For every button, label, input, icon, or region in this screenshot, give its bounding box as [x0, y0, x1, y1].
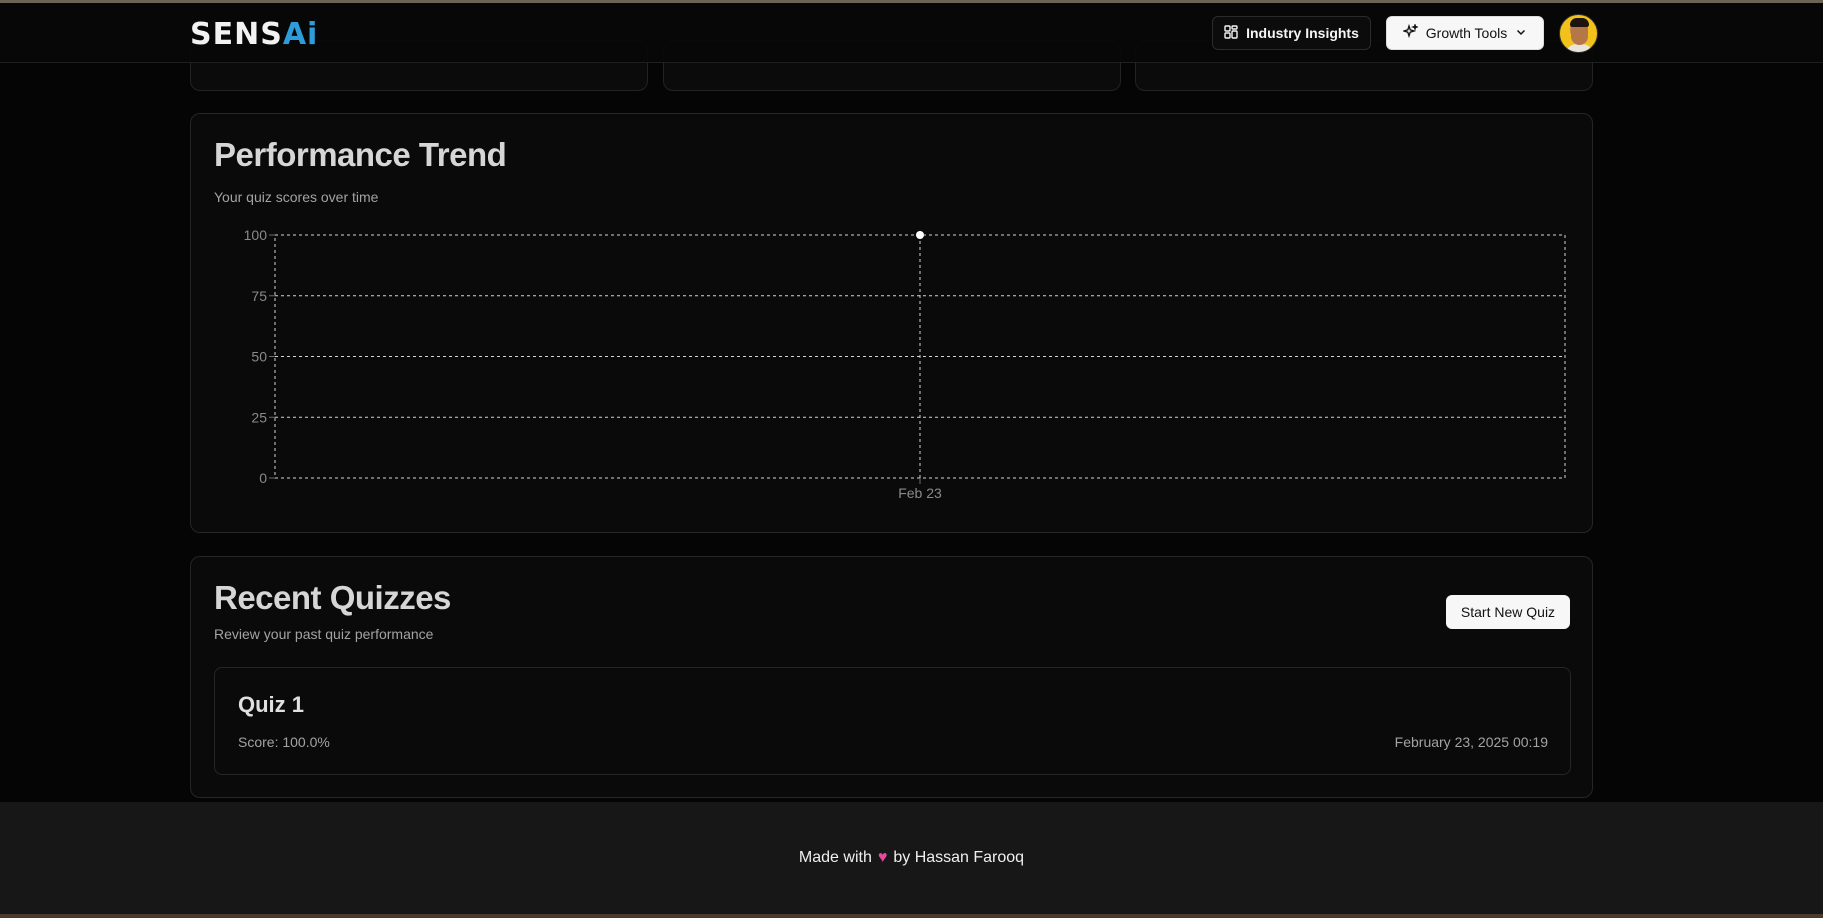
page-footer: Made with ♥ by Hassan Farooq [0, 802, 1823, 914]
sensai-logo[interactable]: SENSAi [190, 17, 318, 53]
user-avatar[interactable] [1559, 14, 1598, 53]
top-navbar: SENSAi Industry Insights Growth Tools [0, 3, 1823, 63]
start-new-quiz-button[interactable]: Start New Quiz [1446, 595, 1570, 629]
quiz-date: February 23, 2025 00:19 [1394, 734, 1548, 750]
y-tick-label: 100 [244, 227, 268, 243]
footer-prefix: Made with [798, 849, 872, 866]
chevron-down-icon [1515, 25, 1527, 41]
quiz-score: Score: 100.0% [238, 734, 330, 750]
avatar-body [1565, 44, 1594, 52]
industry-insights-button[interactable]: Industry Insights [1212, 16, 1371, 50]
layout-dashboard-icon [1224, 24, 1238, 42]
recent-quizzes-card: Recent Quizzes Review your past quiz per… [190, 556, 1593, 798]
y-tick-label: 50 [251, 349, 267, 365]
performance-trend-card: Performance Trend Your quiz scores over … [190, 113, 1593, 533]
footer-suffix: by Hassan Farooq [893, 849, 1025, 866]
window-bottom-border [0, 914, 1823, 918]
logo-accent-text: Ai [282, 17, 319, 52]
y-tick-label: 75 [251, 288, 267, 304]
logo-text: SENS [190, 17, 283, 52]
performance-line-chart: 0 25 50 75 100 Feb 23 [244, 227, 1566, 501]
avatar-hair [1570, 18, 1589, 27]
industry-insights-label: Industry Insights [1246, 25, 1359, 41]
growth-tools-dropdown[interactable]: Growth Tools [1386, 16, 1544, 50]
y-tick-label: 0 [259, 470, 267, 486]
recent-quizzes-subtitle: Review your past quiz performance [214, 626, 434, 642]
y-tick-label: 25 [251, 409, 267, 425]
heart-icon: ♥ [877, 849, 888, 866]
data-point [916, 231, 924, 239]
quiz-list-item[interactable]: Quiz 1 Score: 100.0% February 23, 2025 0… [214, 667, 1571, 775]
recent-quizzes-title: Recent Quizzes [214, 579, 451, 616]
stars-icon [1401, 22, 1419, 42]
quiz-title: Quiz 1 [238, 692, 305, 717]
growth-tools-label: Growth Tools [1425, 25, 1508, 41]
x-tick-label: Feb 23 [898, 485, 942, 501]
